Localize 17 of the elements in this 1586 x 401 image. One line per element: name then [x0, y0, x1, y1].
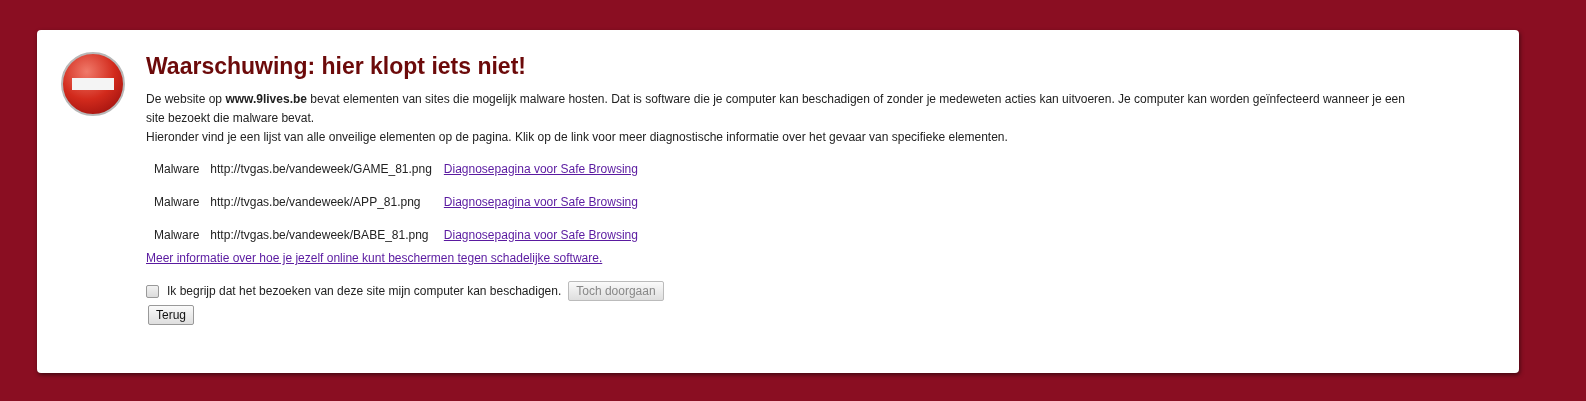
- warning-title: Waarschuwing: hier klopt iets niet!: [146, 52, 527, 80]
- more-info-link[interactable]: Meer informatie over hoe je jezelf online kunt beschermen tegen schadelijke software.: [146, 251, 603, 265]
- element-url: http://tvgas.be/vandeweek/BABE_81.png: [210, 227, 429, 242]
- element-type: Malware: [154, 161, 200, 176]
- warning-text: De website op www.9lives.be bevat elementen van sites die mogelijk malware hosten. Dat is software die je computer kan beschadigen of zonder je medeweten acties kan uitvoeren. Je computer kan worden geïnfecteerd wanneer je een site bezoekt die malware bevat.: [146, 91, 1406, 127]
- element-url: http://tvgas.be/vandeweek/GAME_81.png: [210, 161, 432, 176]
- element-type: Malware: [154, 227, 200, 242]
- element-url: http://tvgas.be/vandeweek/APP_81.png: [210, 194, 421, 209]
- element-type: Malware: [154, 194, 200, 209]
- warning-text: Hieronder vind je een lijst van alle onveilige elementen op de pagina. Klik op de link voor meer diagnostische informatie over het gevaar van specifieke elementen.: [146, 129, 1009, 146]
- consent-checkbox[interactable]: [146, 284, 159, 298]
- consent-label: Ik begrijp dat het bezoeken van deze site mijn computer kan beschadigen.: [167, 284, 562, 298]
- diagnostic-link[interactable]: Diagnosepagina voor Safe Browsing: [443, 194, 638, 209]
- diagnostic-link[interactable]: Diagnosepagina voor Safe Browsing: [443, 227, 638, 242]
- back-button[interactable]: Terug: [148, 305, 195, 325]
- stop-icon: [60, 51, 126, 117]
- diagnostic-link[interactable]: Diagnosepagina voor Safe Browsing: [443, 161, 638, 176]
